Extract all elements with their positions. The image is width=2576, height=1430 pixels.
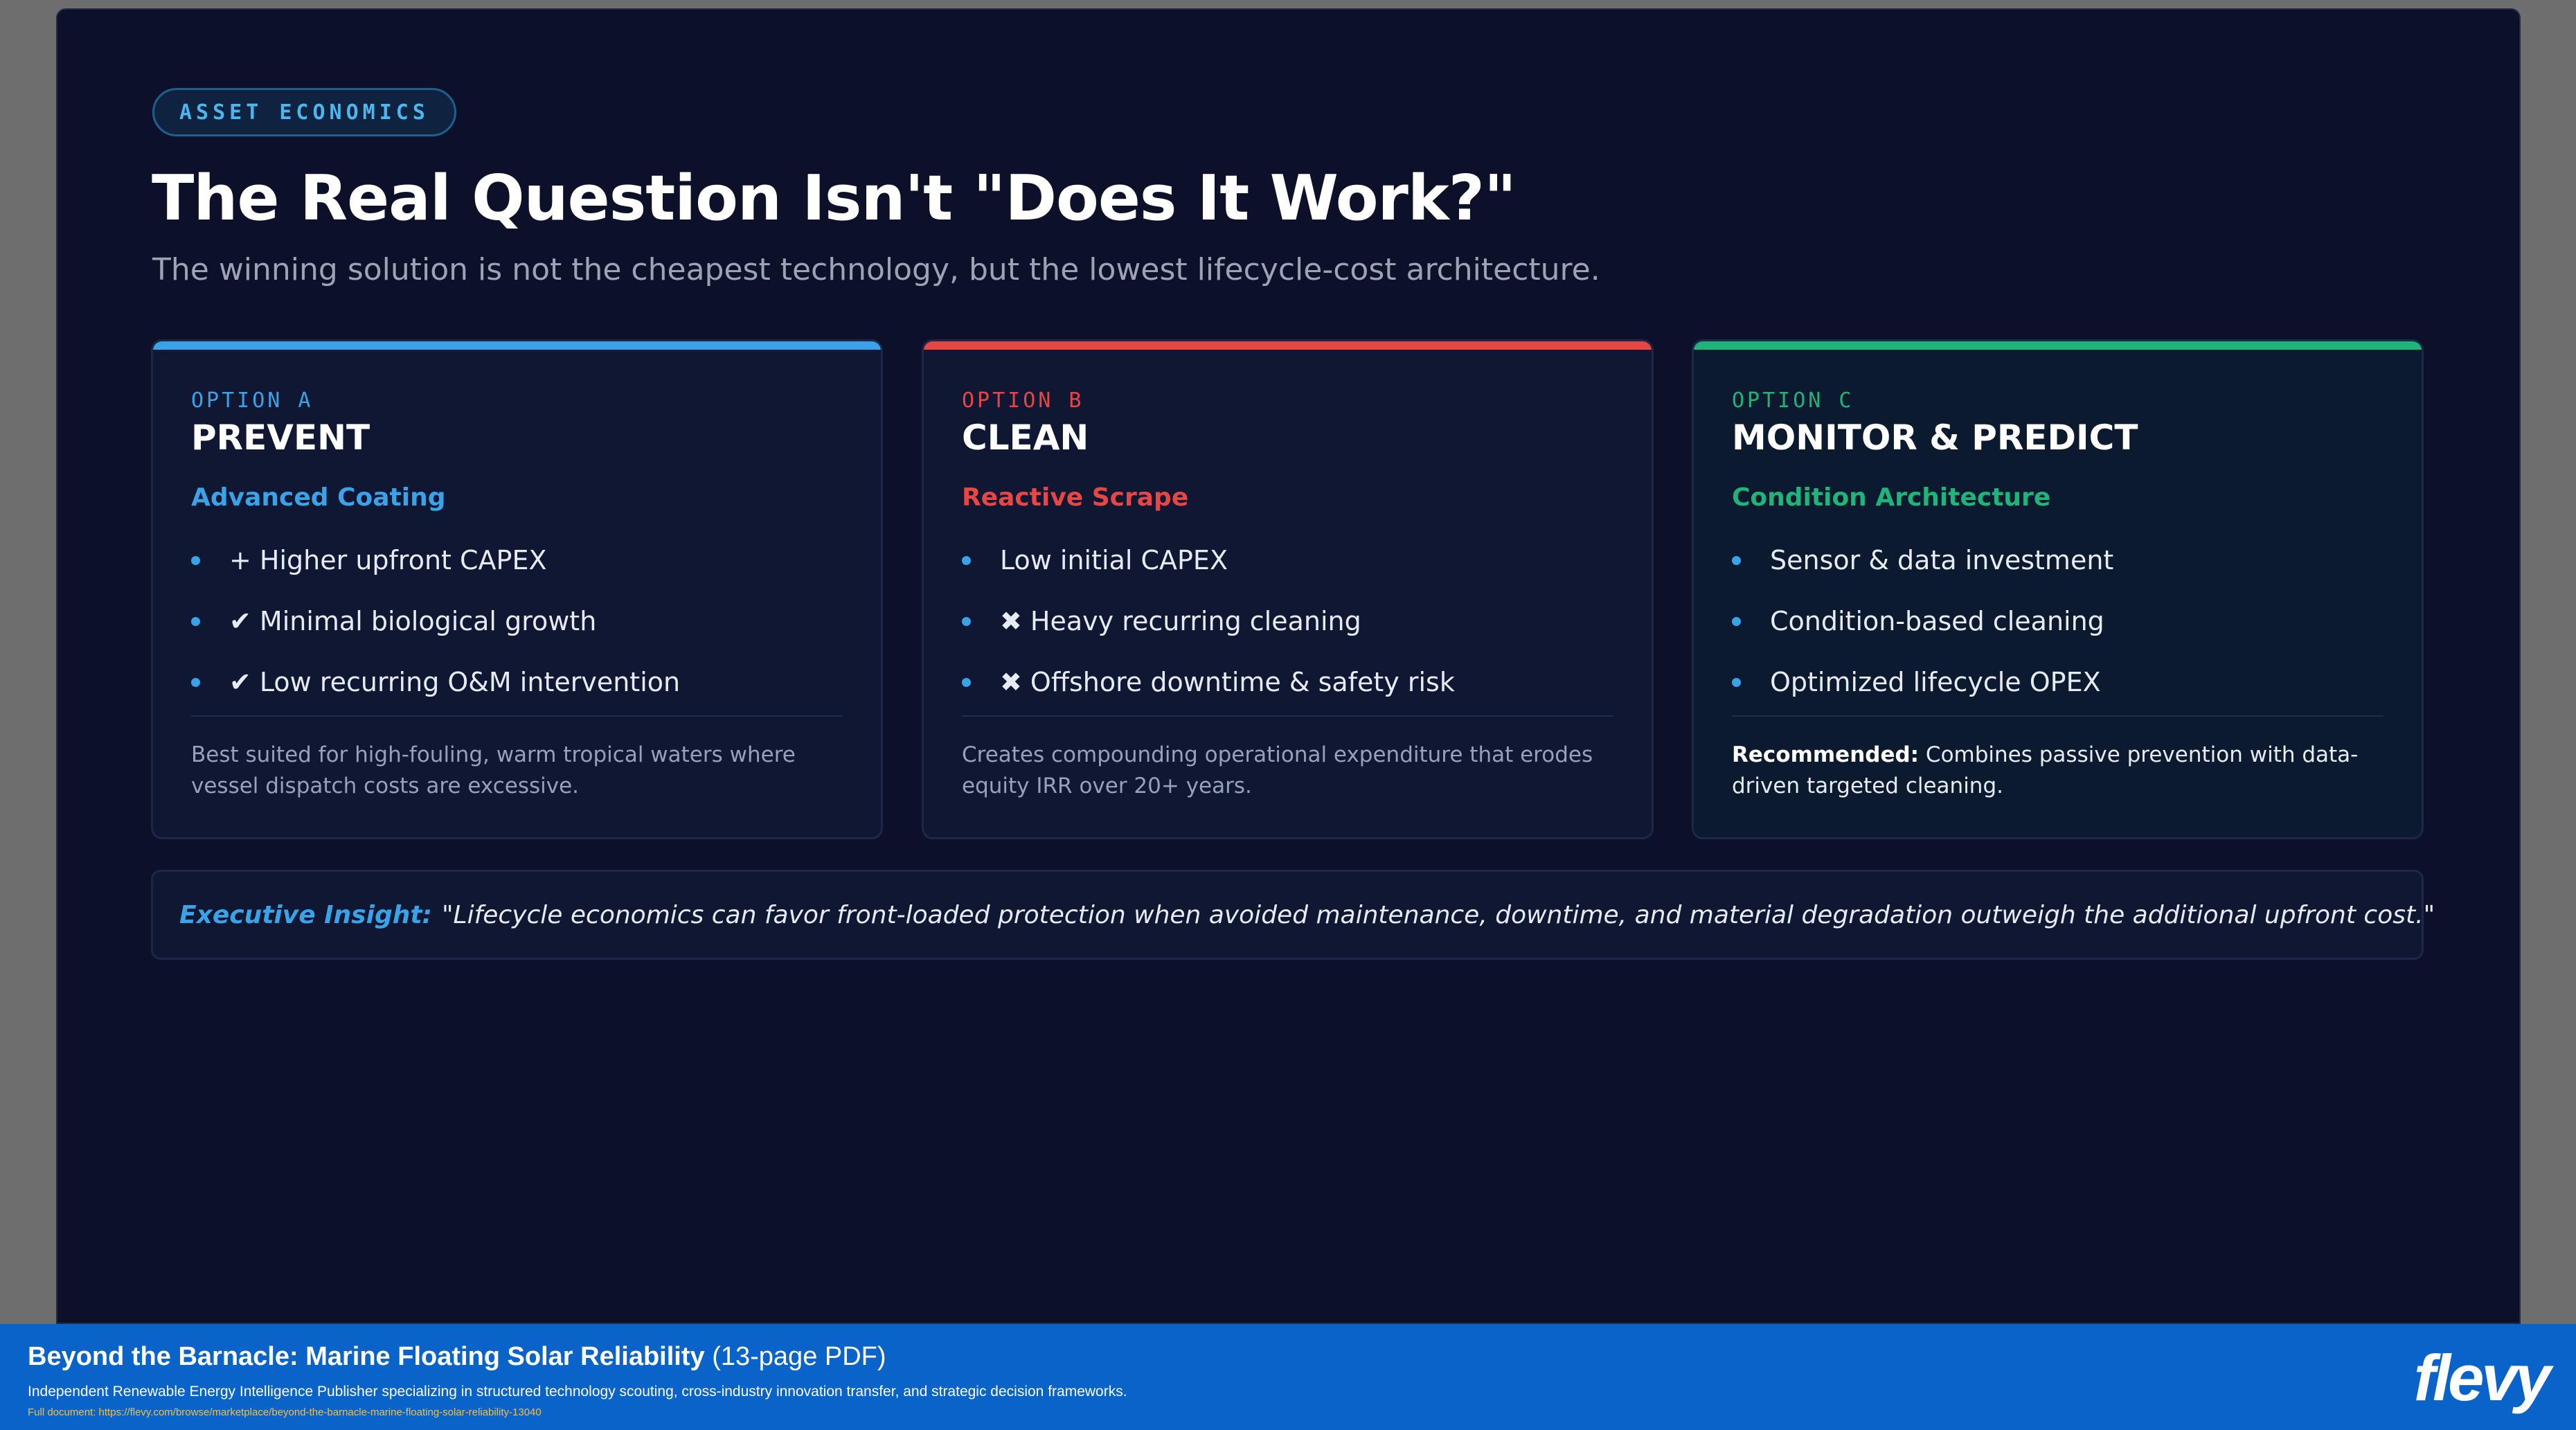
list-item: Low initial CAPEX <box>962 530 1455 591</box>
option-note: Creates compounding operational expendit… <box>962 742 1593 798</box>
option-list: Low initial CAPEX ✖ Heavy recurring clea… <box>962 530 1455 713</box>
bullet-icon <box>1732 616 1741 626</box>
bullet-icon <box>1732 677 1741 687</box>
option-name: PREVENT <box>191 418 370 458</box>
publisher-description: Independent Renewable Energy Intelligenc… <box>28 1384 1127 1400</box>
bullet-icon <box>962 555 971 565</box>
bullet-icon <box>962 677 971 687</box>
bullet-icon <box>1732 555 1741 565</box>
card-accent-bar <box>1694 341 2422 350</box>
document-link[interactable]: Full document: https://flevy.com/browse/… <box>28 1406 542 1418</box>
option-name: MONITOR & PREDICT <box>1732 418 2138 458</box>
option-card-clean: OPTION B CLEAN Reactive Scrape Low initi… <box>922 339 1654 839</box>
option-subhead: Advanced Coating <box>191 483 446 512</box>
document-title[interactable]: Beyond the Barnacle: Marine Floating Sol… <box>28 1342 886 1372</box>
executive-insight: Executive Insight: "Lifecycle economics … <box>151 870 2435 960</box>
list-item: ✔ Minimal biological growth <box>191 591 680 652</box>
card-divider <box>962 715 1613 717</box>
card-divider <box>191 715 843 717</box>
option-list: + Higher upfront CAPEX ✔ Minimal biologi… <box>191 530 680 713</box>
list-item: ✔ Low recurring O&M intervention <box>191 652 680 713</box>
recommended-label: Recommended: <box>1732 742 1920 767</box>
page-title: The Real Question Isn't "Does It Work?" <box>152 162 1517 235</box>
section-tag: ASSET ECONOMICS <box>152 88 456 136</box>
option-subhead: Condition Architecture <box>1732 483 2051 512</box>
option-name: CLEAN <box>962 418 1089 458</box>
list-item: + Higher upfront CAPEX <box>191 530 680 591</box>
card-divider <box>1732 715 2383 717</box>
list-item: Optimized lifecycle OPEX <box>1732 652 2113 713</box>
option-label: OPTION C <box>1732 388 1854 413</box>
list-item: Condition-based cleaning <box>1732 591 2113 652</box>
bullet-icon <box>191 677 200 687</box>
option-label: OPTION A <box>191 388 314 413</box>
list-item: Sensor & data investment <box>1732 530 2113 591</box>
bullet-icon <box>191 616 200 626</box>
document-footer: Beyond the Barnacle: Marine Floating Sol… <box>0 1324 2576 1430</box>
insight-lead: Executive Insight: <box>179 900 432 929</box>
option-card-monitor-predict: OPTION C MONITOR & PREDICT Condition Arc… <box>1692 339 2424 839</box>
card-accent-bar <box>924 341 1652 350</box>
flevy-logo[interactable]: flevy <box>2414 1341 2551 1415</box>
option-card-prevent: OPTION A PREVENT Advanced Coating + High… <box>151 339 883 839</box>
list-item: ✖ Heavy recurring cleaning <box>962 591 1455 652</box>
option-subhead: Reactive Scrape <box>962 483 1189 512</box>
option-note: Best suited for high-fouling, warm tropi… <box>191 742 796 798</box>
list-item: ✖ Offshore downtime & safety risk <box>962 652 1455 713</box>
option-label: OPTION B <box>962 388 1084 413</box>
bullet-icon <box>191 555 200 565</box>
page-subtitle: The winning solution is not the cheapest… <box>152 252 1600 287</box>
card-accent-bar <box>153 341 881 350</box>
option-note: Recommended: Combines passive prevention… <box>1732 742 2359 798</box>
insight-text: "Lifecycle economics can favor front-loa… <box>441 900 2435 929</box>
option-list: Sensor & data investment Condition-based… <box>1732 530 2113 713</box>
bullet-icon <box>962 616 971 626</box>
